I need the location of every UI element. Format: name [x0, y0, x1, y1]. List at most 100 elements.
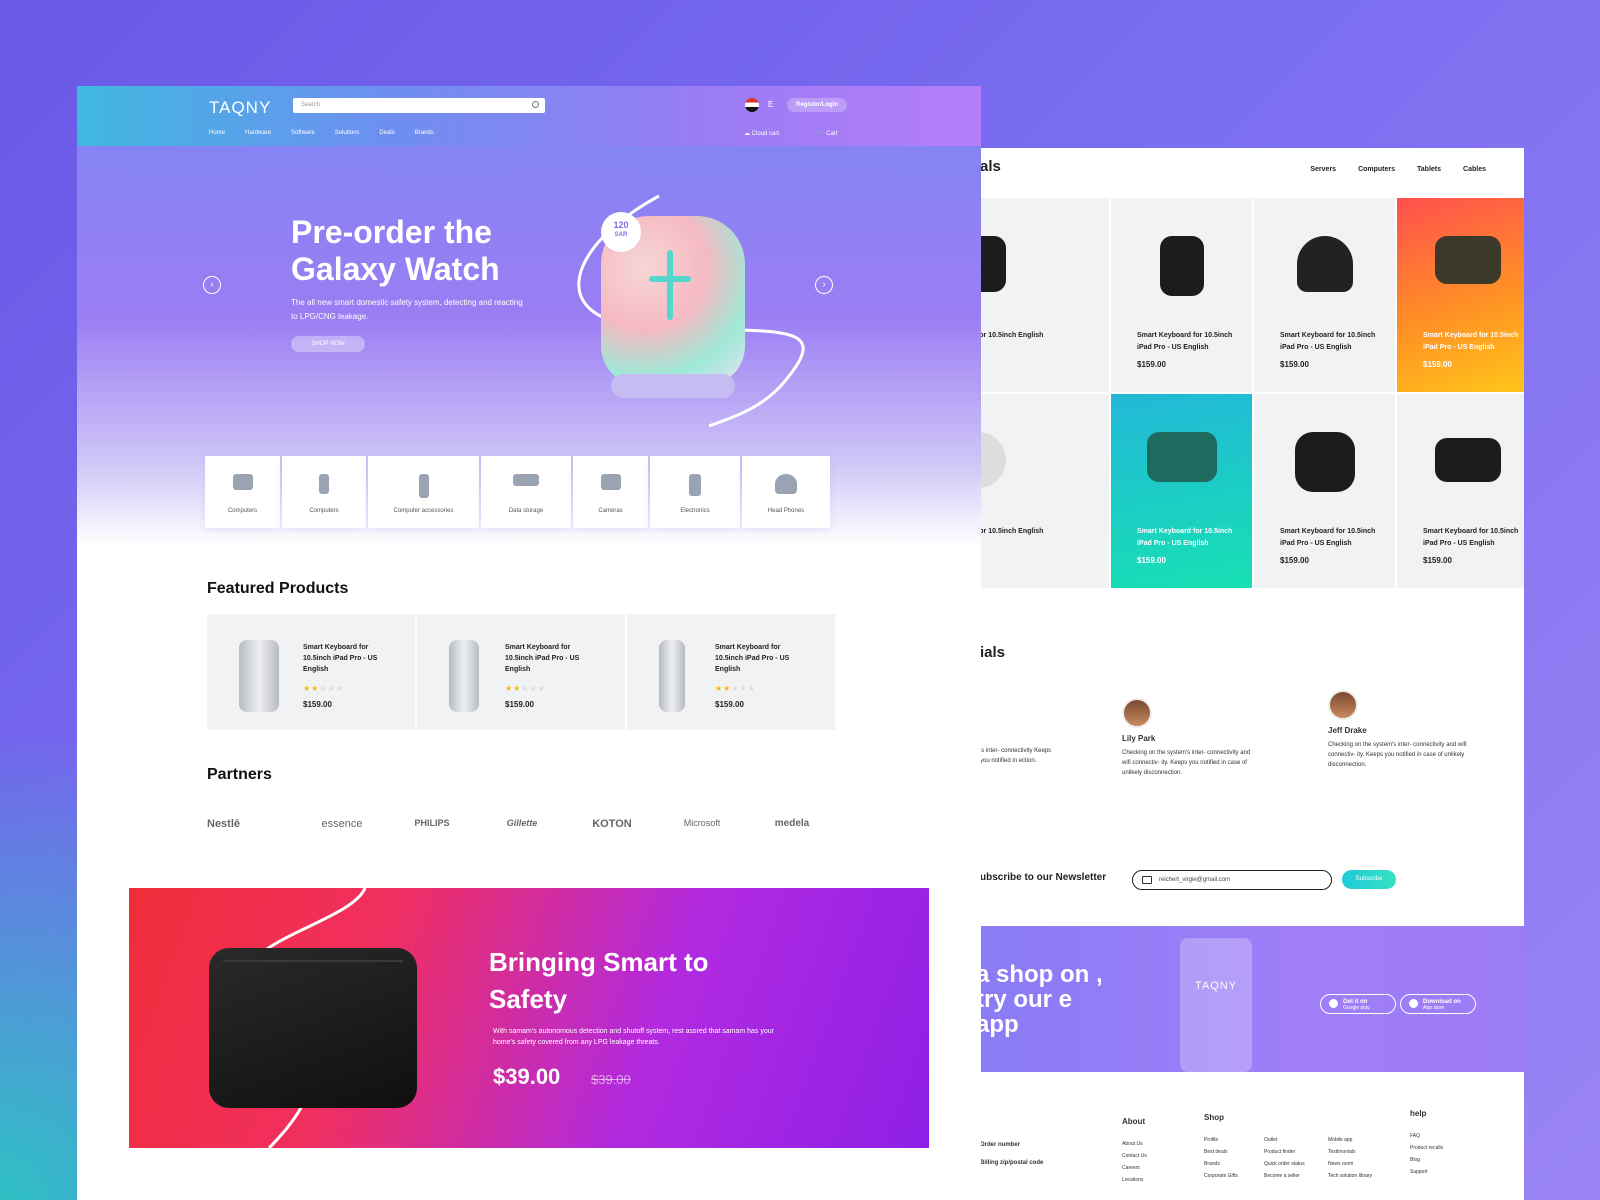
- category-label: Data storage: [508, 508, 544, 514]
- deal-card[interactable]: Smart Keyboard for 10.5inch iPad Pro - U…: [1111, 198, 1252, 392]
- testimonial-text: Checking on the system's inter- connecti…: [1122, 750, 1251, 776]
- rating-stars: ★★★★★: [303, 684, 344, 693]
- google-play-bottom: Google play: [1343, 1005, 1370, 1011]
- footer-link[interactable]: Product recalls: [1410, 1142, 1443, 1154]
- testimonial-text: 's inter- connectivity Keeps you notifie…: [980, 748, 1052, 764]
- footer-link[interactable]: Locations: [1122, 1174, 1147, 1186]
- tower-icon: [418, 474, 429, 498]
- speaker-plus-horizontal: [649, 276, 691, 282]
- tab-computers[interactable]: Computers: [1358, 166, 1395, 173]
- mail-icon: [1142, 876, 1152, 884]
- footer-billing-zip[interactable]: Billing zip/postal code: [980, 1154, 1043, 1172]
- testimonials-title: ials: [980, 644, 1006, 661]
- headphones-icon: [775, 474, 797, 494]
- featured-card[interactable]: Smart Keyboard for 10.5inch iPad Pro - U…: [627, 614, 835, 730]
- footer-link[interactable]: Support: [1410, 1166, 1443, 1178]
- category-cameras[interactable]: Cameras: [573, 456, 648, 528]
- pouch-image: [209, 948, 417, 1108]
- partners-row: Nestlē essence PHILIPS Gillette KOTON Mi…: [207, 818, 837, 830]
- footer-link[interactable]: Testimonials: [1328, 1146, 1372, 1158]
- category-label: Electronics: [680, 508, 710, 514]
- drive-image: [659, 640, 685, 712]
- apple-tv-image: [1434, 438, 1501, 482]
- deal-card[interactable]: Smart Keyboard for 10.5inch iPad Pro - U…: [1397, 198, 1524, 392]
- category-electronics[interactable]: Electronics: [650, 456, 740, 528]
- rating-stars: ★★★★★: [505, 684, 546, 693]
- tab-servers[interactable]: Servers: [1310, 166, 1336, 173]
- category-label: Computer accessories: [393, 508, 454, 514]
- footer-link[interactable]: Careers: [1122, 1162, 1147, 1174]
- app-store-button[interactable]: Download on App store: [1400, 994, 1476, 1014]
- footer-link[interactable]: News room: [1328, 1158, 1372, 1170]
- footer-link[interactable]: Contact Us: [1122, 1150, 1147, 1162]
- deal-card[interactable]: Smart Keyboard for 10.5inch iPad Pro - U…: [1111, 394, 1252, 588]
- featured-card[interactable]: Smart Keyboard for 10.5inch iPad Pro - U…: [417, 614, 625, 730]
- featured-card[interactable]: Smart Keyboard for 10.5inch iPad Pro - U…: [207, 614, 415, 730]
- front-page: TAQNY Search E Register/Login Home Hardw…: [77, 86, 981, 1200]
- watch-icon: [319, 474, 329, 494]
- footer-order-number[interactable]: Order number: [980, 1136, 1043, 1154]
- deal-price: $159.00: [1137, 556, 1166, 565]
- footer-link[interactable]: Tech solution library: [1328, 1170, 1372, 1182]
- footer-link[interactable]: Outlet: [1264, 1134, 1305, 1146]
- footer-link[interactable]: Profile: [1204, 1134, 1238, 1146]
- deal-card[interactable]: rd for 10.5inch English: [980, 394, 1109, 588]
- promo-old-price: $39.00: [591, 1072, 631, 1087]
- badge-value: 120: [613, 220, 629, 230]
- footer-about: About About Us Contact Us Careers Locati…: [1122, 1116, 1147, 1186]
- deal-card[interactable]: Smart Keyboard for 10.5inch iPad Pro - U…: [1254, 198, 1395, 392]
- footer-link[interactable]: Mobile app: [1328, 1134, 1372, 1146]
- footer-link[interactable]: Become a seller: [1264, 1170, 1305, 1182]
- deal-name: rd for 10.5inch English: [980, 332, 1044, 339]
- deal-name: Smart Keyboard for 10.5inch iPad Pro - U…: [1423, 528, 1519, 547]
- category-label: Computers: [309, 508, 339, 514]
- deal-price: $159.00: [1280, 556, 1309, 565]
- footer-about-title: About: [1122, 1117, 1146, 1126]
- deals-grid: rd for 10.5inch English Smart Keyboard f…: [980, 198, 1524, 588]
- deal-price: $159.00: [1280, 360, 1309, 369]
- product-price: $159.00: [505, 700, 534, 709]
- category-data-storage[interactable]: Data storage: [481, 456, 571, 528]
- partner-nestle-logo: Nestlē: [207, 818, 241, 830]
- footer-link[interactable]: Quick order status: [1264, 1158, 1305, 1170]
- camera-icon: [600, 474, 621, 490]
- tab-tablets[interactable]: Tablets: [1417, 166, 1441, 173]
- footer-link[interactable]: Corporate Gifts: [1204, 1170, 1238, 1182]
- footer-link[interactable]: Brands: [1204, 1158, 1238, 1170]
- footer-shop-title: Shop: [1204, 1113, 1224, 1122]
- category-computers-2[interactable]: Computers: [282, 456, 366, 528]
- tab-cables[interactable]: Cables: [1463, 166, 1486, 173]
- phone-icon: [689, 474, 701, 496]
- google-play-button[interactable]: Get it on Google play: [1320, 994, 1396, 1014]
- router-image: [1146, 432, 1217, 482]
- phone-image: TAQNY: [1180, 938, 1252, 1072]
- footer-shop-col3: Mobile app Testimonials News room Tech s…: [1328, 1134, 1372, 1182]
- partner-gillette-logo: Gillette: [506, 818, 538, 828]
- avatar: [1328, 690, 1358, 720]
- category-head-phones[interactable]: Head Phones: [742, 456, 830, 528]
- app-store-bottom: App store: [1423, 1005, 1445, 1011]
- footer-link[interactable]: FAQ: [1410, 1130, 1443, 1142]
- partners-title: Partners: [207, 766, 272, 783]
- deal-name: Smart Keyboard for 10.5inch iPad Pro - U…: [1280, 332, 1376, 351]
- deal-card[interactable]: rd for 10.5inch English: [980, 198, 1109, 392]
- deal-card[interactable]: Smart Keyboard for 10.5inch iPad Pro - U…: [1254, 394, 1395, 588]
- back-page: als Servers Computers Tablets Cables rd …: [980, 148, 1524, 1200]
- product-price: $159.00: [303, 700, 332, 709]
- testimonial-text: Checking on the system's inter- connecti…: [1328, 742, 1467, 768]
- footer-link[interactable]: Best deals: [1204, 1146, 1238, 1158]
- category-computers[interactable]: Computers: [205, 456, 280, 528]
- footer-link[interactable]: Blog: [1410, 1154, 1443, 1166]
- newsletter-email-field[interactable]: reichert_virgie@gmail.com: [1132, 870, 1332, 890]
- camera-image: [980, 432, 1006, 488]
- footer-link[interactable]: Product finder: [1264, 1146, 1305, 1158]
- footer-link[interactable]: About Us: [1122, 1138, 1147, 1150]
- deal-card[interactable]: Smart Keyboard for 10.5inch iPad Pro - U…: [1397, 394, 1524, 588]
- smart-lock-image: [1159, 236, 1204, 296]
- footer-left: Order number Billing zip/postal code: [980, 1136, 1043, 1172]
- category-label: Head Phones: [767, 508, 805, 514]
- subscribe-button[interactable]: Subscribe: [1342, 870, 1396, 889]
- category-computer-accessories[interactable]: Computer accessories: [368, 456, 479, 528]
- thermostat-image: [1294, 432, 1355, 492]
- footer-shop: Shop Profile Best deals Brands Corporate…: [1204, 1112, 1238, 1182]
